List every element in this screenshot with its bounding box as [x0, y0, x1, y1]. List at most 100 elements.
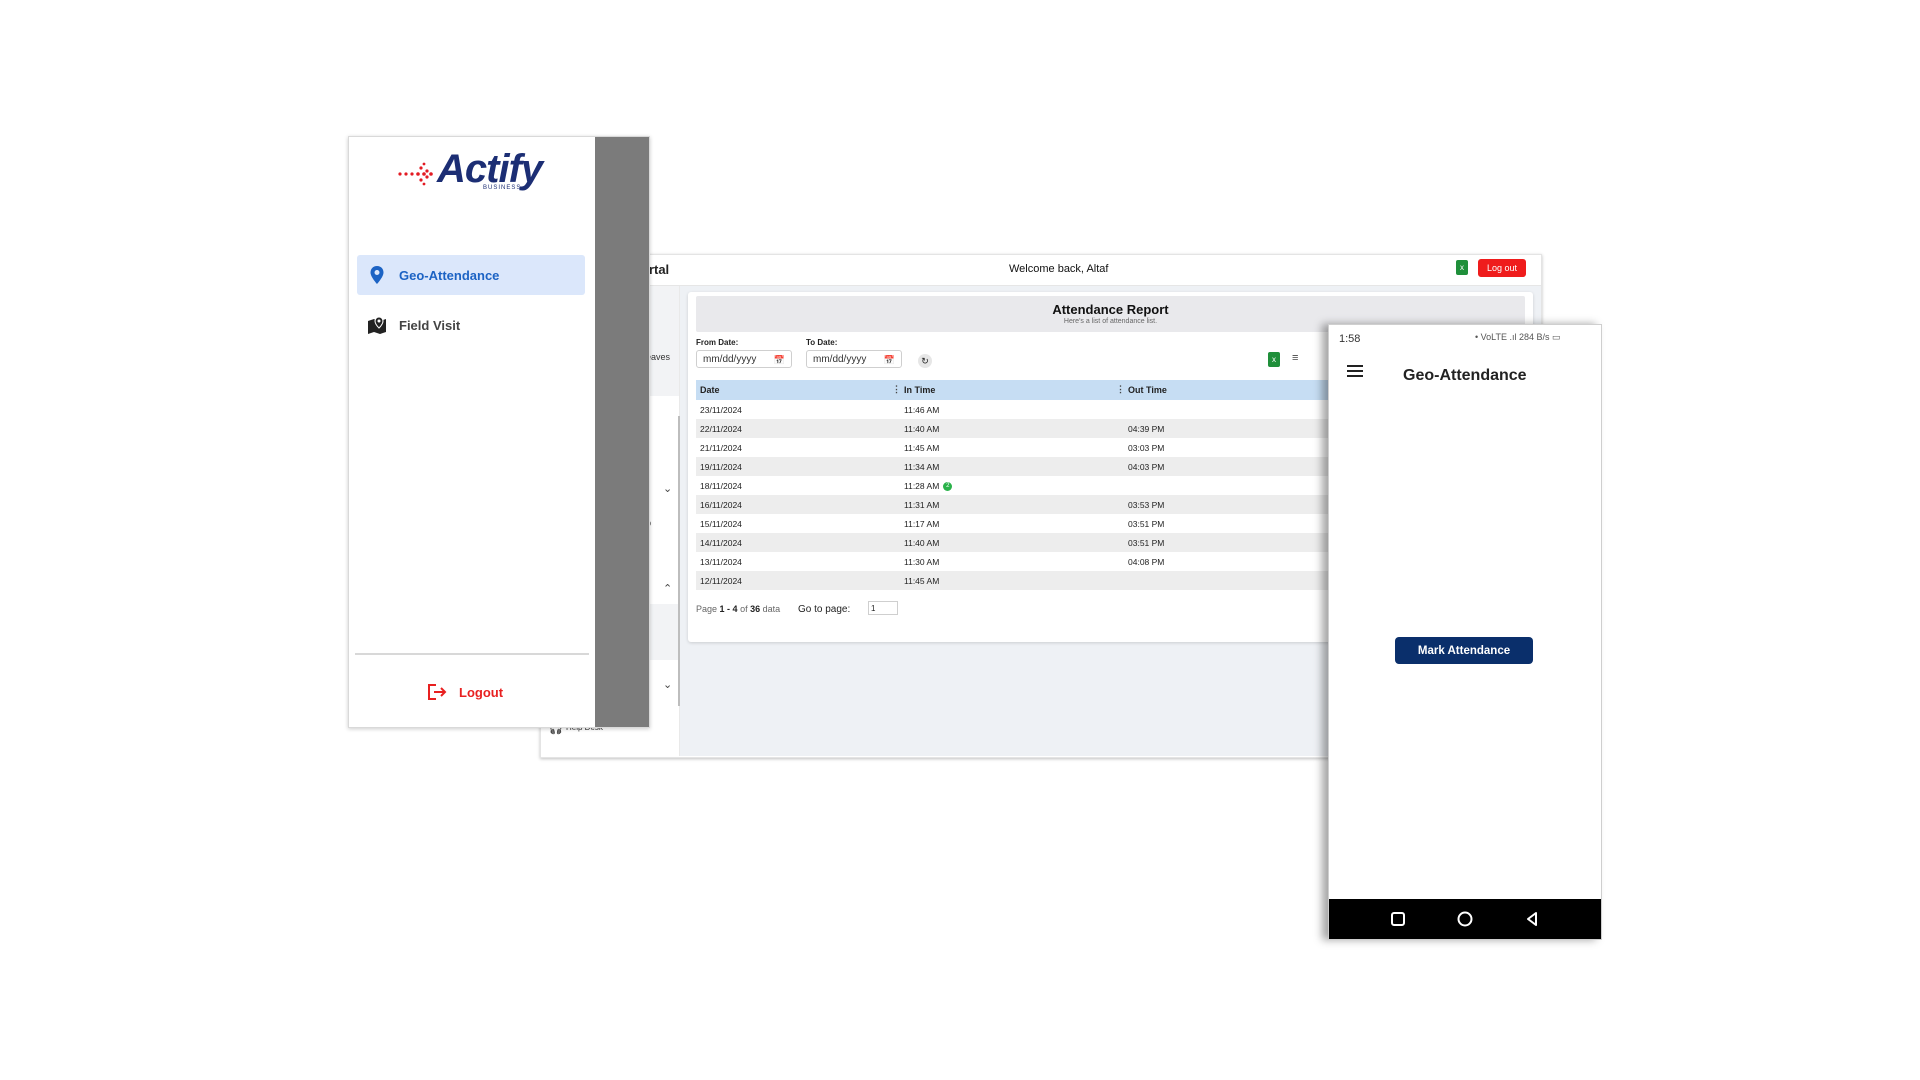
excel-export-icon[interactable]: x — [1456, 260, 1468, 275]
cell-in-time-text: 11:30 AM — [904, 557, 940, 567]
column-header-date[interactable]: Date — [700, 385, 720, 395]
cell-out-time: 04:03 PM — [1128, 462, 1165, 472]
table-row[interactable]: 13/11/2024 11:30 AM 04:08 PM — [696, 552, 1336, 571]
actify-logo-icon — [398, 162, 433, 186]
table-row[interactable]: 23/11/2024 11:46 AM — [696, 400, 1336, 419]
mark-attendance-button[interactable]: Mark Attendance — [1395, 637, 1533, 664]
from-date-label: From Date: — [696, 338, 739, 347]
recent-apps-icon[interactable] — [1389, 910, 1407, 928]
cell-in-time: 11:45 AM — [904, 443, 939, 453]
table-header-row: Date ⋮ In Time ⋮ Out Time — [696, 380, 1336, 400]
nav-item-geo-attendance[interactable]: Geo-Attendance — [357, 255, 585, 295]
pager-prefix: Page — [696, 604, 718, 614]
cell-in-time: 11:46 AM — [904, 405, 939, 415]
drawer-scrim-overlay[interactable] — [595, 137, 649, 727]
nav-item-field-visit[interactable]: Field Visit — [357, 305, 585, 345]
cell-in-time-text: 11:46 AM — [904, 405, 940, 415]
cell-out-time: 03:51 PM — [1128, 519, 1165, 529]
cell-out-time: 03:51 PM — [1128, 538, 1165, 548]
cell-in-time-text: 11:34 AM — [904, 462, 940, 472]
cell-in-time: 11:34 AM — [904, 462, 939, 472]
cell-date: 18/11/2024 — [700, 481, 742, 491]
column-menu-icon[interactable]: ⋮ — [1116, 384, 1125, 395]
welcome-message: Welcome back, Altaf — [1009, 263, 1109, 275]
to-date-input[interactable]: mm/dd/yyyy 📅 — [806, 350, 902, 368]
cell-in-time: 11:17 AM — [904, 519, 939, 529]
table-row[interactable]: 15/11/2024 11:17 AM 03:51 PM — [696, 514, 1336, 533]
excel-download-icon[interactable]: x — [1268, 352, 1280, 367]
table-row[interactable]: 18/11/2024 11:28 AM 2 — [696, 476, 1336, 495]
cell-out-time: 04:08 PM — [1128, 557, 1165, 567]
nav-label-geo-attendance: Geo-Attendance — [399, 268, 500, 283]
actify-logo-subtitle: BUSINESS — [483, 185, 522, 191]
cell-date: 19/11/2024 — [700, 462, 742, 472]
cell-in-time-text: 11:17 AM — [904, 519, 940, 529]
pager-suffix: data — [762, 604, 781, 614]
refresh-icon[interactable]: ↻ — [918, 354, 932, 368]
location-pin-icon — [370, 266, 384, 284]
drawer-panel: Actify BUSINESS Geo-Attendance Field Vis… — [349, 137, 595, 727]
app-title: Geo-Attendance — [1403, 367, 1527, 384]
cell-date: 22/11/2024 — [700, 424, 742, 434]
logout-button[interactable]: Log out — [1478, 259, 1526, 277]
cell-in-time-text: 11:40 AM — [904, 424, 940, 434]
cell-in-time: 11:45 AM — [904, 576, 939, 586]
pager-range: 1 - 4 — [719, 604, 738, 614]
table-row[interactable]: 22/11/2024 11:40 AM 04:39 PM — [696, 419, 1336, 438]
drawer-logout-button[interactable]: Logout — [427, 681, 547, 705]
column-menu-icon[interactable]: ⋮ — [892, 384, 901, 395]
table-row[interactable]: 14/11/2024 11:40 AM 03:51 PM — [696, 533, 1336, 552]
cell-in-time: 11:30 AM — [904, 557, 939, 567]
table-row[interactable]: 19/11/2024 11:34 AM 04:03 PM — [696, 457, 1336, 476]
nav-label-field-visit: Field Visit — [399, 318, 461, 333]
android-nav-bar — [1329, 899, 1601, 939]
goto-page-input[interactable]: 1 — [868, 601, 898, 615]
pager-total: 36 — [750, 604, 761, 614]
from-date-input[interactable]: mm/dd/yyyy 📅 — [696, 350, 792, 368]
status-time: 1:58 — [1339, 333, 1361, 345]
cell-date: 23/11/2024 — [700, 405, 742, 415]
calendar-icon[interactable]: 📅 — [884, 351, 895, 369]
pagination-info: Page 1 - 4 of 36 data — [696, 604, 780, 614]
cell-in-time-text: 11:28 AM — [904, 481, 940, 491]
logout-icon — [428, 684, 447, 700]
column-header-out-time[interactable]: Out Time — [1128, 385, 1167, 395]
filter-settings-icon[interactable]: ≡ — [1292, 352, 1298, 364]
cell-date: 12/11/2024 — [700, 576, 742, 586]
home-icon[interactable] — [1456, 910, 1474, 928]
cell-in-time: 11:40 AM — [904, 538, 939, 548]
table-row[interactable]: 21/11/2024 11:45 AM 03:03 PM — [696, 438, 1336, 457]
cell-in-time-text: 11:31 AM — [904, 500, 940, 510]
chevron-down-icon[interactable]: ⌄ — [663, 482, 672, 495]
cell-in-time-text: 11:45 AM — [904, 443, 940, 453]
drawer-logout-label: Logout — [459, 685, 504, 700]
chevron-up-icon[interactable]: ⌃ — [663, 582, 672, 595]
to-date-placeholder: mm/dd/yyyy — [813, 354, 867, 365]
cell-in-time: 11:28 AM 2 — [904, 481, 953, 492]
from-date-placeholder: mm/dd/yyyy — [703, 354, 757, 365]
cell-date: 13/11/2024 — [700, 557, 742, 567]
cell-date: 21/11/2024 — [700, 443, 742, 453]
cell-in-time-text: 11:45 AM — [904, 576, 940, 586]
portal-topbar: ortal Welcome back, Altaf x Log out — [541, 255, 1541, 286]
calendar-icon[interactable]: 📅 — [774, 351, 785, 369]
report-title: Attendance Report — [1052, 302, 1169, 317]
cell-out-time: 03:53 PM — [1128, 500, 1165, 510]
hamburger-menu-icon[interactable] — [1347, 365, 1363, 377]
chevron-down-icon[interactable]: ⌄ — [663, 678, 672, 691]
cell-in-time-text: 11:40 AM — [904, 538, 940, 548]
goto-page-label: Go to page: — [798, 604, 851, 615]
to-date-label: To Date: — [806, 338, 838, 347]
count-badge[interactable]: 2 — [943, 482, 953, 492]
pager-of: of — [740, 604, 748, 614]
drawer-divider — [355, 653, 589, 655]
table-row[interactable]: 12/11/2024 11:45 AM — [696, 571, 1336, 590]
map-marker-icon — [368, 316, 386, 334]
status-bar: 1:58 • VoLTE .ıl 284 B/s ▭ — [1329, 325, 1601, 351]
column-header-in-time[interactable]: In Time — [904, 385, 935, 395]
table-row[interactable]: 16/11/2024 11:31 AM 03:53 PM — [696, 495, 1336, 514]
cell-in-time: 11:31 AM — [904, 500, 939, 510]
back-icon[interactable] — [1523, 910, 1541, 928]
cell-out-time: 04:39 PM — [1128, 424, 1165, 434]
cell-in-time: 11:40 AM — [904, 424, 939, 434]
